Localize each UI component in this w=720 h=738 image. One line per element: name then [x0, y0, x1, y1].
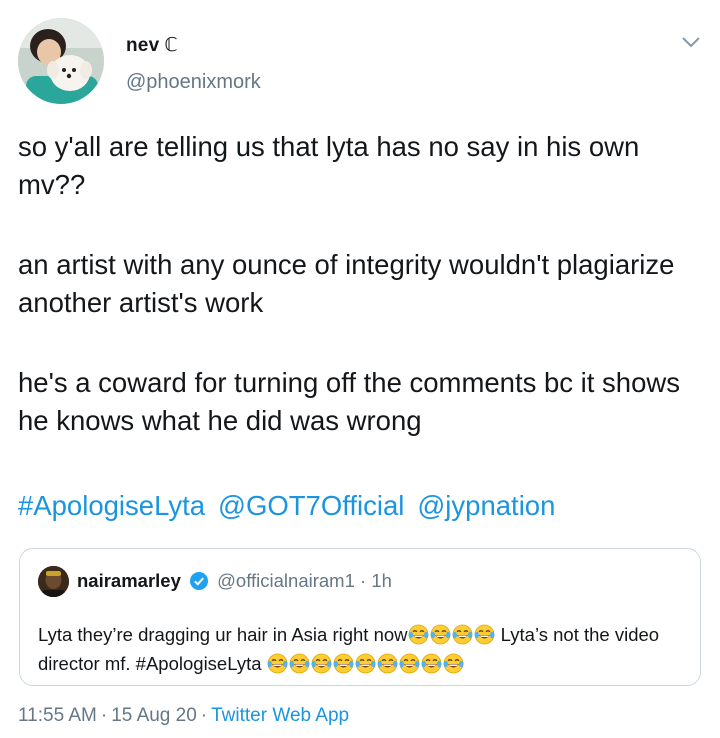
tweet-metadata: 11:55 AM · 15 Aug 20 · Twitter Web App — [18, 705, 349, 727]
quoted-display-name: nairamarley — [77, 570, 181, 591]
face-with-tears-of-joy-icon — [267, 653, 288, 674]
tweet-tags: #ApologiseLyta @GOT7Official @jypnation — [18, 487, 568, 525]
mention-link-jypnation[interactable]: @jypnation — [417, 490, 555, 521]
verified-badge-icon — [190, 572, 209, 590]
emoji-group-2 — [267, 653, 465, 674]
quoted-tweet[interactable]: nairamarley @officialnairam1 · 1h Lyta t… — [19, 548, 701, 686]
quoted-avatar — [38, 566, 69, 597]
face-with-tears-of-joy-icon — [443, 653, 464, 674]
author-display-name[interactable]: nev ℂ — [126, 34, 178, 57]
chevron-down-icon[interactable] — [680, 34, 702, 50]
face-with-tears-of-joy-icon — [355, 653, 376, 674]
face-with-tears-of-joy-icon — [430, 624, 451, 645]
tweet-source[interactable]: Twitter Web App — [211, 705, 349, 726]
tweet: nev ℂ @phoenixmork so y'all are telling u… — [0, 0, 720, 738]
quoted-time: 1h — [371, 570, 392, 591]
tweet-date[interactable]: 15 Aug 20 — [111, 705, 197, 726]
meta-separator: · — [100, 705, 108, 726]
meta-separator: · — [200, 705, 208, 726]
author-avatar[interactable] — [18, 18, 104, 104]
author-handle[interactable]: @phoenixmork — [126, 71, 261, 94]
face-with-tears-of-joy-icon — [333, 653, 354, 674]
quoted-handle: @officialnairam1 — [217, 570, 355, 591]
tweet-text: so y'all are telling us that lyta has no… — [18, 128, 708, 482]
moon-icon: ℂ — [164, 35, 178, 56]
display-name-text: nev — [126, 35, 160, 56]
tweet-paragraph-2: an artist with any ounce of integrity wo… — [18, 249, 675, 318]
face-with-tears-of-joy-icon — [408, 624, 429, 645]
mention-link-got7[interactable]: @GOT7Official — [218, 490, 404, 521]
face-with-tears-of-joy-icon — [311, 653, 332, 674]
quoted-header: nairamarley @officialnairam1 · 1h — [77, 569, 392, 593]
quoted-hashtag: #ApologiseLyta — [135, 653, 262, 674]
quoted-text: Lyta they’re dragging ur hair in Asia ri… — [38, 620, 688, 678]
tweet-time[interactable]: 11:55 AM — [18, 705, 97, 726]
emoji-group-1 — [408, 624, 496, 645]
tweet-paragraph-1: so y'all are telling us that lyta has no… — [18, 131, 640, 200]
quoted-text-part-1: Lyta they’re dragging ur hair in Asia ri… — [38, 624, 408, 645]
face-with-tears-of-joy-icon — [377, 653, 398, 674]
face-with-tears-of-joy-icon — [399, 653, 420, 674]
hashtag-link[interactable]: #ApologiseLyta — [18, 490, 205, 521]
face-with-tears-of-joy-icon — [289, 653, 310, 674]
face-with-tears-of-joy-icon — [452, 624, 473, 645]
face-with-tears-of-joy-icon — [474, 624, 495, 645]
tweet-paragraph-3: he's a coward for turning off the commen… — [18, 367, 681, 436]
face-with-tears-of-joy-icon — [421, 653, 442, 674]
quoted-separator: · — [360, 570, 367, 591]
